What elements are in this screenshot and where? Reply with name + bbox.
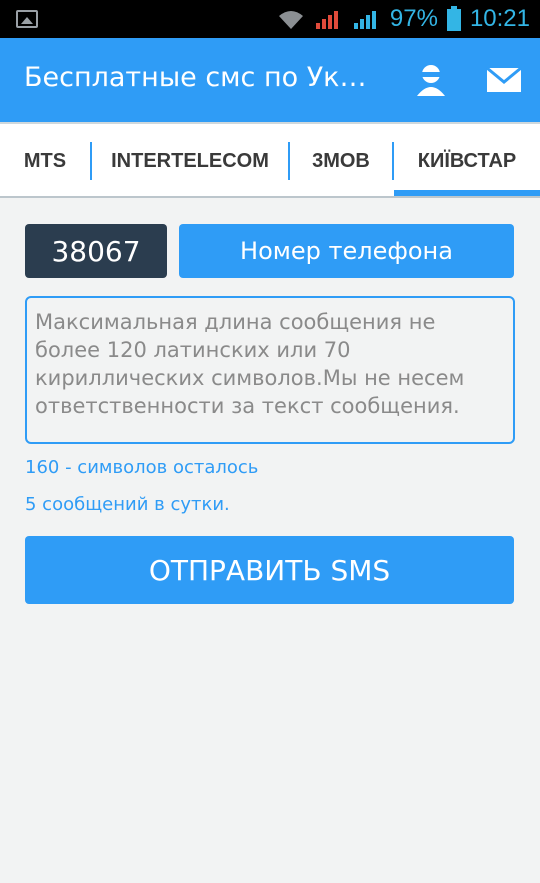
- battery-percent: 97%: [389, 5, 438, 32]
- gallery-icon: [16, 10, 38, 28]
- daily-limit-note: 5 сообщений в сутки.: [25, 494, 230, 515]
- wifi-icon: [278, 11, 303, 29]
- status-icons: 97% 10:21: [276, 0, 530, 38]
- battery-icon: [446, 6, 461, 31]
- tab-3mob[interactable]: 3MOB: [290, 124, 392, 198]
- phone-prefix[interactable]: 38067: [25, 224, 167, 278]
- clock: 10:21: [469, 5, 530, 32]
- tab-label: КИЇВСТАР: [417, 149, 517, 172]
- mail-icon[interactable]: [486, 62, 522, 98]
- tab-label: MTS: [23, 149, 67, 172]
- account-icon[interactable]: [413, 62, 449, 98]
- signal-icon: [315, 11, 338, 29]
- tab-label: INTERTELECOM: [111, 149, 269, 172]
- tabs-divider: [0, 196, 540, 198]
- message-field[interactable]: Максимальная длина сообщения не более 12…: [25, 296, 515, 444]
- tab-mts[interactable]: MTS: [0, 124, 90, 198]
- status-bar: 97% 10:21: [0, 0, 540, 38]
- characters-remaining: 160 - символов осталось: [25, 457, 259, 478]
- tab-intertelecom[interactable]: INTERTELECOM: [92, 124, 288, 198]
- signal-icon: [353, 11, 376, 29]
- tab-kyivstar[interactable]: КИЇВСТАР: [394, 124, 540, 198]
- tab-label: 3MOB: [312, 149, 370, 172]
- app-title: Бесплатные смс по Укр…: [24, 62, 379, 93]
- send-sms-button[interactable]: ОТПРАВИТЬ SMS: [25, 536, 514, 604]
- phone-number-field[interactable]: Номер телефона: [179, 224, 514, 278]
- app-bar: Бесплатные смс по Укр…: [0, 38, 540, 122]
- operator-tabs: MTS INTERTELECOM 3MOB КИЇВСТАР: [0, 122, 540, 198]
